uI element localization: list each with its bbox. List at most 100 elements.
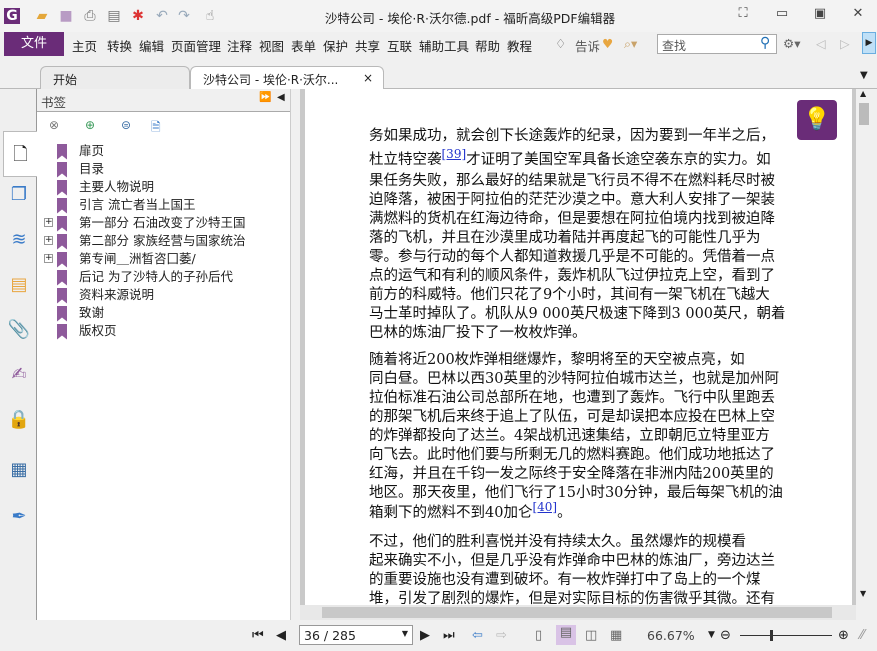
- continuous-page-icon[interactable]: ▤: [556, 625, 576, 645]
- previous-view-icon[interactable]: ⇦: [472, 628, 483, 643]
- file-menu-button[interactable]: 文件: [4, 32, 64, 56]
- go-to-bookmark-icon[interactable]: ⊜: [121, 118, 131, 132]
- vertical-scrollbar[interactable]: ▲ ▼: [856, 89, 872, 605]
- menu-protect[interactable]: 保护: [323, 36, 348, 55]
- bookmark-item[interactable]: + 第二部分 家族经营与国家统治: [44, 232, 245, 250]
- horizontal-scrollbar[interactable]: [300, 605, 856, 620]
- next-view-icon[interactable]: ⇨: [496, 628, 507, 643]
- tab-document[interactable]: 沙特公司 - 埃伦·R·沃尔... ×: [190, 66, 384, 89]
- form-fields-panel-icon[interactable]: ▦: [6, 457, 32, 483]
- zoom-level[interactable]: 66.67%: [647, 628, 695, 643]
- bookmark-item[interactable]: 版权页: [57, 322, 117, 340]
- previous-page-button[interactable]: ◀: [276, 628, 286, 643]
- last-page-button[interactable]: ⏭: [443, 628, 455, 643]
- menu-connect[interactable]: 互联: [387, 36, 412, 55]
- security-panel-icon[interactable]: 🔒: [6, 407, 32, 433]
- next-page-button[interactable]: ▶: [420, 628, 430, 643]
- page-number-input[interactable]: 36 / 285 ▼: [299, 625, 413, 645]
- panel-splitter[interactable]: [290, 89, 300, 620]
- lightbulb-icon[interactable]: ♢: [555, 36, 566, 51]
- hand-tool-icon[interactable]: ☝: [202, 8, 218, 24]
- expand-icon[interactable]: +: [44, 236, 53, 245]
- tab-list-dropdown-icon[interactable]: ▼: [860, 70, 868, 81]
- bookmark-item[interactable]: 引言 流亡者当上国王: [57, 196, 195, 214]
- search-input[interactable]: 查找: [657, 34, 777, 54]
- ribbon-expand-button[interactable]: ▶: [862, 32, 876, 54]
- bookmarks-panel-icon[interactable]: 🗋: [3, 131, 37, 177]
- bookmark-item[interactable]: 资料来源说明: [57, 286, 154, 304]
- menu-home[interactable]: 主页: [72, 36, 97, 55]
- fullscreen-icon[interactable]: ⛶: [733, 6, 753, 21]
- maximize-button[interactable]: ▣: [810, 6, 830, 21]
- heart-icon[interactable]: ♥: [602, 36, 613, 51]
- menu-view[interactable]: 视图: [259, 36, 284, 55]
- close-tab-icon[interactable]: ×: [363, 71, 373, 85]
- search-icon[interactable]: ⚲: [760, 35, 770, 51]
- redo-icon[interactable]: ↷: [176, 8, 192, 24]
- bookmark-item[interactable]: 扉页: [57, 142, 104, 160]
- facing-pages-icon[interactable]: ◫: [585, 628, 597, 643]
- menu-comment[interactable]: 注释: [227, 36, 252, 55]
- bookmark-options-icon[interactable]: 🗎: [151, 118, 161, 139]
- save-icon[interactable]: ■: [58, 8, 74, 24]
- footnote-link[interactable]: [39]: [442, 147, 467, 161]
- pages-panel-icon[interactable]: ❐: [6, 182, 32, 208]
- comments-panel-icon[interactable]: ▤: [6, 272, 32, 298]
- scroll-left-icon[interactable]: ◁: [816, 36, 826, 51]
- text-line: 落的飞机，并且在沙漠里成功着陆并再度起飞的可能性几乎为: [369, 226, 761, 247]
- scroll-up-icon[interactable]: ▲: [860, 89, 866, 98]
- properties-icon[interactable]: ▤: [106, 8, 122, 24]
- first-page-button[interactable]: ⏮: [252, 628, 264, 643]
- chevron-down-icon[interactable]: ▼: [402, 629, 408, 638]
- minimize-button[interactable]: ▭: [772, 6, 792, 21]
- delete-bookmark-icon[interactable]: ⊗: [49, 118, 59, 132]
- text-line: 随着将近200枚炸弹相继爆炸，黎明将至的天空被点亮，如: [369, 348, 745, 369]
- scroll-thumb[interactable]: [859, 103, 869, 125]
- search-folder-icon[interactable]: ⌕▾: [624, 36, 637, 52]
- zoom-in-button[interactable]: ⊕: [838, 628, 849, 643]
- bookmark-item[interactable]: 主要人物说明: [57, 178, 154, 196]
- tab-start[interactable]: 开始: [40, 66, 190, 89]
- scroll-down-icon[interactable]: ▼: [860, 589, 866, 598]
- bookmark-item[interactable]: + 第一部分 石油改变了沙特王国: [44, 214, 245, 232]
- new-icon[interactable]: ✱: [130, 8, 146, 24]
- menu-form[interactable]: 表单: [291, 36, 316, 55]
- menu-convert[interactable]: 转换: [107, 36, 132, 55]
- panel-options-icon[interactable]: ⏩: [259, 92, 271, 103]
- zoom-out-button[interactable]: ⊖: [720, 628, 731, 643]
- bookmark-item[interactable]: 后记 为了沙特人的子孙后代: [57, 268, 233, 286]
- zoom-dropdown-icon[interactable]: ▼: [708, 630, 715, 640]
- open-icon[interactable]: ▰: [34, 8, 50, 24]
- menu-help[interactable]: 帮助: [475, 36, 500, 55]
- continuous-facing-icon[interactable]: ▦: [610, 628, 622, 643]
- tell-me-label[interactable]: 告诉: [575, 36, 600, 55]
- expand-icon[interactable]: +: [44, 218, 53, 227]
- scroll-thumb[interactable]: [322, 607, 832, 618]
- bookmark-item[interactable]: 致谢: [57, 304, 104, 322]
- layers-panel-icon[interactable]: ≋: [6, 227, 32, 253]
- certify-panel-icon[interactable]: ✒: [6, 504, 32, 530]
- bookmark-item[interactable]: + 第专闸＿洲晳咨囗萎/: [44, 250, 196, 268]
- zoom-slider[interactable]: [740, 635, 832, 636]
- bookmark-item[interactable]: 目录: [57, 160, 104, 178]
- undo-icon[interactable]: ↶: [154, 8, 170, 24]
- menu-share[interactable]: 共享: [355, 36, 380, 55]
- close-button[interactable]: ✕: [848, 6, 868, 21]
- single-page-icon[interactable]: ▯: [535, 628, 542, 643]
- menu-page-management[interactable]: 页面管理: [171, 36, 221, 55]
- scroll-right-icon[interactable]: ▷: [840, 36, 850, 51]
- print-icon[interactable]: ⎙: [82, 8, 98, 24]
- status-bar: ⏮ ◀ 36 / 285 ▼ ▶ ⏭ ⇦ ⇨ ▯ ▤ ◫ ▦ 66.67% ▼ ⊖…: [0, 620, 877, 651]
- footnote-link[interactable]: [40]: [532, 500, 557, 514]
- expand-icon[interactable]: +: [44, 254, 53, 263]
- settings-icon[interactable]: ⚙▾: [783, 36, 800, 51]
- add-bookmark-icon[interactable]: ⊕: [85, 118, 95, 132]
- lightbulb-tips-button[interactable]: 💡: [797, 100, 837, 140]
- collapse-panel-icon[interactable]: ◀: [277, 92, 285, 103]
- menu-accessibility[interactable]: 辅助工具: [419, 36, 469, 55]
- signature-panel-icon[interactable]: ✍: [6, 362, 32, 388]
- menu-edit[interactable]: 编辑: [139, 36, 164, 55]
- menu-tutorial[interactable]: 教程: [507, 36, 532, 55]
- zoom-slider-thumb[interactable]: [770, 630, 773, 641]
- attachments-panel-icon[interactable]: 📎: [6, 317, 32, 343]
